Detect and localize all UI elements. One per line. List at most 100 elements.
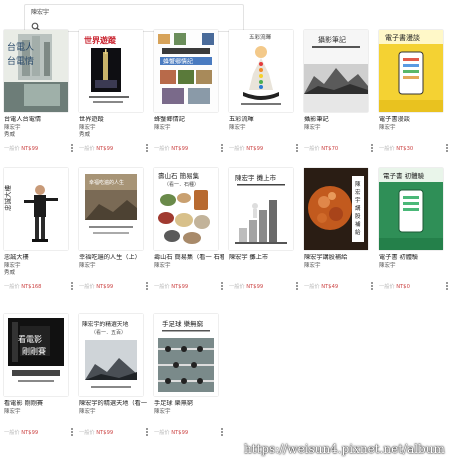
book-price: 一般价 NT$49 — [304, 284, 338, 291]
svg-text:台電人: 台電人 — [7, 41, 34, 53]
book-price: 一般价 NT$99 — [229, 284, 263, 291]
svg-text:剛剛賽: 剛剛賽 — [22, 346, 46, 356]
book-title[interactable]: 電子書漫談 — [379, 116, 449, 124]
price-value: NT$99 — [96, 430, 114, 436]
book-cover[interactable]: 五彩流暉 — [229, 30, 293, 112]
price-value: NT$99 — [246, 284, 264, 290]
more-options-icon[interactable] — [221, 282, 224, 291]
book-cover[interactable]: 世界遊蹤 — [79, 30, 143, 112]
price-label: 一般价 — [229, 146, 245, 152]
price-label: 一般价 — [304, 146, 320, 152]
price-value: NT$168 — [21, 284, 42, 290]
book-publisher: 秀威 — [4, 270, 16, 276]
book-author: 陳宏宇 — [304, 263, 321, 269]
book-cover[interactable]: 看電影 剛剛賽 — [4, 314, 68, 396]
book-cover[interactable]: 電子書 初體驗 — [379, 168, 443, 250]
book-title[interactable]: 陳宏宇 攤上市 — [229, 254, 299, 262]
svg-text:（看一．石種）: （看一．石種） — [164, 181, 199, 188]
book-title[interactable]: 世界遊蹤 — [79, 116, 149, 124]
book-title[interactable]: 攝影筆記 — [304, 116, 374, 124]
book-cover[interactable]: 幸福吃遍的人生 — [79, 168, 143, 250]
more-options-icon[interactable] — [371, 282, 374, 291]
book-author: 陳宏宇 — [154, 263, 171, 269]
book-author: 陳宏宇 — [379, 125, 396, 131]
book-price: 一般价 NT$99 — [154, 430, 188, 437]
more-options-icon[interactable] — [221, 428, 224, 437]
svg-text:幸福吃遍的人生: 幸福吃遍的人生 — [89, 179, 124, 186]
book-author: 陳宏宇 — [229, 125, 246, 131]
book-title[interactable]: 蜂蟹鄉情記 — [154, 116, 224, 124]
book-price: 一般价 NT$99 — [79, 146, 113, 153]
book-author: 陳宏宇 — [79, 409, 96, 415]
price-value: NT$70 — [321, 146, 339, 152]
book-cover[interactable]: 陳 宏 宇 講 股 補 給 — [304, 168, 368, 250]
price-label: 一般价 — [379, 146, 395, 152]
price-value: NT$99 — [21, 146, 39, 152]
book-title[interactable]: 幸福吃遍的人生（上） — [79, 254, 149, 262]
price-label: 一般价 — [4, 284, 20, 290]
more-options-icon[interactable] — [71, 282, 74, 291]
book-price: 一般价 NT$0 — [379, 284, 410, 291]
book-title[interactable]: 五彩流暉 — [229, 116, 299, 124]
more-options-icon[interactable] — [71, 428, 74, 437]
book-publisher: 秀威 — [79, 132, 91, 138]
more-options-icon[interactable] — [446, 282, 449, 291]
book-price: 一般价 NT$99 — [79, 284, 113, 291]
more-options-icon[interactable] — [371, 144, 374, 153]
search-icon[interactable] — [31, 17, 41, 32]
more-options-icon[interactable] — [296, 282, 299, 291]
book-author: 陳宏宇 — [379, 263, 396, 269]
book-cover[interactable]: 忠誠大樓 — [4, 168, 68, 250]
book-cover[interactable]: 台電人 台電情 — [4, 30, 68, 112]
book-cover[interactable]: 攝影筆記 — [304, 30, 368, 112]
price-value: NT$30 — [396, 146, 414, 152]
book-cover[interactable]: 壽山石 簡易集 （看一．石種） — [154, 168, 218, 250]
price-value: NT$99 — [96, 146, 114, 152]
book-price: 一般价 NT$99 — [154, 146, 188, 153]
book-price: 一般价 NT$99 — [154, 284, 188, 291]
svg-text:講: 講 — [355, 204, 361, 212]
more-options-icon[interactable] — [296, 144, 299, 153]
price-label: 一般价 — [304, 284, 320, 290]
price-label: 一般价 — [79, 430, 95, 436]
book-title[interactable]: 忠誠大樓 — [4, 254, 74, 262]
search-query[interactable]: 陳宏宇 — [31, 7, 49, 16]
more-options-icon[interactable] — [221, 144, 224, 153]
more-options-icon[interactable] — [146, 282, 149, 291]
more-options-icon[interactable] — [71, 144, 74, 153]
book-cover[interactable]: 蜂蟹鄉情記 — [154, 30, 218, 112]
price-label: 一般价 — [229, 284, 245, 290]
book-title[interactable]: 看電影 剛剛賽 — [4, 400, 74, 408]
book-title[interactable]: 陳宏宇講股補給 — [304, 254, 374, 262]
svg-text:補: 補 — [355, 220, 361, 228]
book-author: 陳宏宇 — [4, 263, 21, 269]
book-title[interactable]: 電子書 初體驗 — [379, 254, 449, 262]
svg-text:給: 給 — [355, 228, 361, 236]
book-cover[interactable]: 陳宏宇 攤上市 — [229, 168, 293, 250]
price-label: 一般价 — [154, 284, 170, 290]
svg-text:攝影筆記: 攝影筆記 — [318, 35, 346, 44]
book-title[interactable]: 陳宏宇的精選天地（看一 五百） — [79, 400, 149, 408]
price-label: 一般价 — [79, 146, 95, 152]
book-author: 陳宏宇 — [4, 125, 21, 131]
svg-text:陳宏宇的精選天地: 陳宏宇的精選天地 — [82, 320, 129, 328]
book-price: 一般价 NT$168 — [4, 284, 42, 291]
more-options-icon[interactable] — [446, 144, 449, 153]
price-label: 一般价 — [4, 146, 20, 152]
more-options-icon[interactable] — [146, 144, 149, 153]
book-title[interactable]: 壽山石 簡易集（看一 石種） — [154, 254, 224, 262]
price-label: 一般价 — [154, 430, 170, 436]
book-title[interactable]: 台電人台電情 — [4, 116, 74, 124]
svg-text:壽山石 簡易集: 壽山石 簡易集 — [158, 171, 200, 180]
price-label: 一般价 — [154, 146, 170, 152]
book-cover[interactable]: 手足球 樂無窮 — [154, 314, 218, 396]
book-price: 一般价 NT$30 — [379, 146, 413, 153]
svg-text:電子書 初體驗: 電子書 初體驗 — [383, 171, 425, 180]
book-price: 一般价 NT$99 — [79, 430, 113, 437]
svg-text:股: 股 — [355, 213, 361, 220]
book-title[interactable]: 手足球 樂無窮 — [154, 400, 224, 408]
search-bar[interactable]: 陳宏宇 — [24, 4, 244, 32]
book-cover[interactable]: 陳宏宇的精選天地 （看一．五百） — [79, 314, 143, 396]
book-cover[interactable]: 電子書漫談 — [379, 30, 443, 112]
more-options-icon[interactable] — [146, 428, 149, 437]
